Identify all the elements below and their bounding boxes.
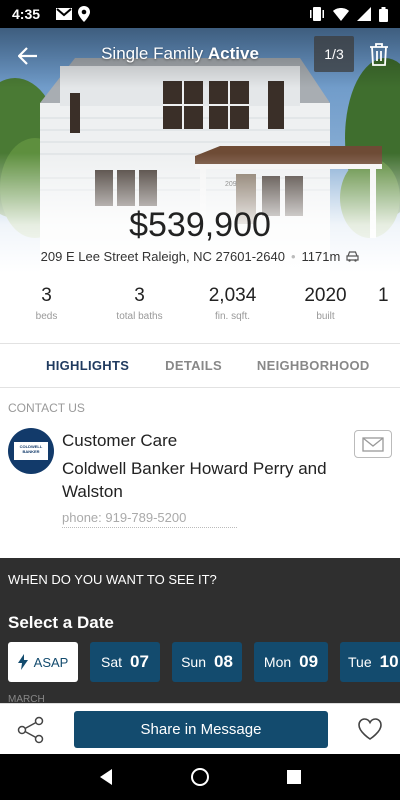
- delete-button[interactable]: [368, 42, 392, 68]
- battery-icon: [379, 6, 388, 22]
- date-dow: Sun: [181, 654, 206, 670]
- car-icon: [346, 251, 359, 262]
- vibrate-icon: [310, 7, 324, 21]
- share-button[interactable]: [17, 716, 45, 744]
- share-in-message-button[interactable]: Share in Message: [74, 711, 328, 748]
- bottom-action-bar: Share in Message: [0, 703, 400, 754]
- date-day: 10: [379, 652, 399, 671]
- contact-name: Customer Care: [62, 431, 178, 450]
- listing-distance: 1171m: [301, 249, 341, 264]
- wifi-icon: [333, 8, 349, 21]
- stat-label: total baths: [116, 311, 163, 322]
- listing-detail-screen: 4:35 Single Family Active 1/3 $539,900 2…: [0, 0, 400, 800]
- stat-label: built: [316, 311, 335, 322]
- stat-beds: 3 beds: [0, 285, 93, 322]
- select-date-heading: Select a Date: [8, 613, 114, 632]
- favorite-button[interactable]: [357, 717, 383, 743]
- status-time: 4:35: [12, 6, 41, 22]
- email-button[interactable]: [354, 430, 392, 458]
- contact-section-label: CONTACT US: [8, 401, 85, 415]
- stat-label: beds: [35, 311, 58, 322]
- heart-icon: [358, 718, 382, 740]
- stat-built: 2020 built: [279, 285, 372, 322]
- date-option[interactable]: Sat 07: [90, 642, 160, 682]
- date-dow: Sat: [101, 654, 123, 670]
- stat-baths: 3 total baths: [93, 285, 186, 322]
- property-stats: 3 beds 3 total baths 2,034 fin. sqft. 20…: [0, 285, 400, 322]
- nav-recents-icon[interactable]: [286, 769, 302, 785]
- nav-home-icon[interactable]: [190, 767, 210, 787]
- brokerage-logo: COLDWELL BANKER: [8, 428, 54, 474]
- contact-company: Coldwell Banker Howard Perry and Walston: [62, 459, 327, 501]
- listing-price: $539,900: [129, 206, 271, 244]
- share-icon: [17, 716, 44, 744]
- status-bar: 4:35: [0, 0, 400, 28]
- location-icon: [78, 6, 91, 22]
- detail-tabs: HIGHLIGHTS DETAILS NEIGHBORHOOD: [0, 343, 400, 388]
- listing-status: Active: [207, 44, 259, 63]
- brokerage-logo-mark: COLDWELL BANKER: [14, 442, 48, 460]
- date-option[interactable]: Mon 09: [254, 642, 328, 682]
- listing-address: 209 E Lee Street Raleigh, NC 27601-2640: [40, 249, 285, 264]
- date-option[interactable]: Sun 08: [172, 642, 242, 682]
- gmail-icon: [56, 8, 73, 20]
- listing-title: Single Family Active: [0, 44, 360, 64]
- stat-more: 1: [372, 285, 400, 322]
- nav-back-icon[interactable]: [98, 768, 114, 786]
- contact-phone[interactable]: phone: 919-789-5200: [62, 510, 237, 528]
- tab-details[interactable]: DETAILS: [165, 358, 222, 373]
- tab-highlights[interactable]: HIGHLIGHTS: [46, 358, 129, 373]
- asap-button[interactable]: ASAP: [8, 642, 78, 682]
- lightning-icon: [17, 654, 28, 670]
- stat-value: 2,034: [208, 285, 257, 306]
- stat-value: 3: [134, 285, 145, 306]
- schedule-panel: WHEN DO YOU WANT TO SEE IT? Select a Dat…: [0, 558, 400, 705]
- stat-label: fin. sqft.: [214, 311, 250, 322]
- stat-value: 1: [378, 285, 389, 306]
- tab-neighborhood[interactable]: NEIGHBORHOOD: [257, 358, 370, 373]
- schedule-question: WHEN DO YOU WANT TO SEE IT?: [8, 572, 217, 587]
- separator-dot: •: [290, 249, 296, 264]
- address-line: 209 E Lee Street Raleigh, NC 27601-2640 …: [0, 249, 400, 264]
- stat-sqft: 2,034 fin. sqft.: [186, 285, 279, 322]
- asap-label: ASAP: [33, 654, 69, 670]
- date-picker-row[interactable]: ASAP Sat 07 Sun 08 Mon 09 Tue 10: [8, 642, 400, 682]
- date-dow: Tue: [348, 654, 372, 670]
- stat-value: 3: [41, 285, 52, 306]
- stat-value: 2020: [304, 285, 347, 306]
- property-type: Single Family: [101, 44, 204, 63]
- date-day: 09: [299, 652, 319, 671]
- mail-icon: [362, 436, 384, 452]
- date-dow: Mon: [263, 654, 292, 670]
- signal-icon: [357, 7, 371, 21]
- photo-counter[interactable]: 1/3: [314, 36, 354, 72]
- date-day: 07: [130, 652, 149, 671]
- listing-photo[interactable]: 209 Single Family Active 1/3 $539,900: [0, 28, 400, 273]
- date-day: 08: [214, 652, 233, 671]
- trash-icon: [370, 43, 388, 66]
- system-nav-bar: [0, 754, 400, 800]
- date-option[interactable]: Tue 10: [340, 642, 400, 682]
